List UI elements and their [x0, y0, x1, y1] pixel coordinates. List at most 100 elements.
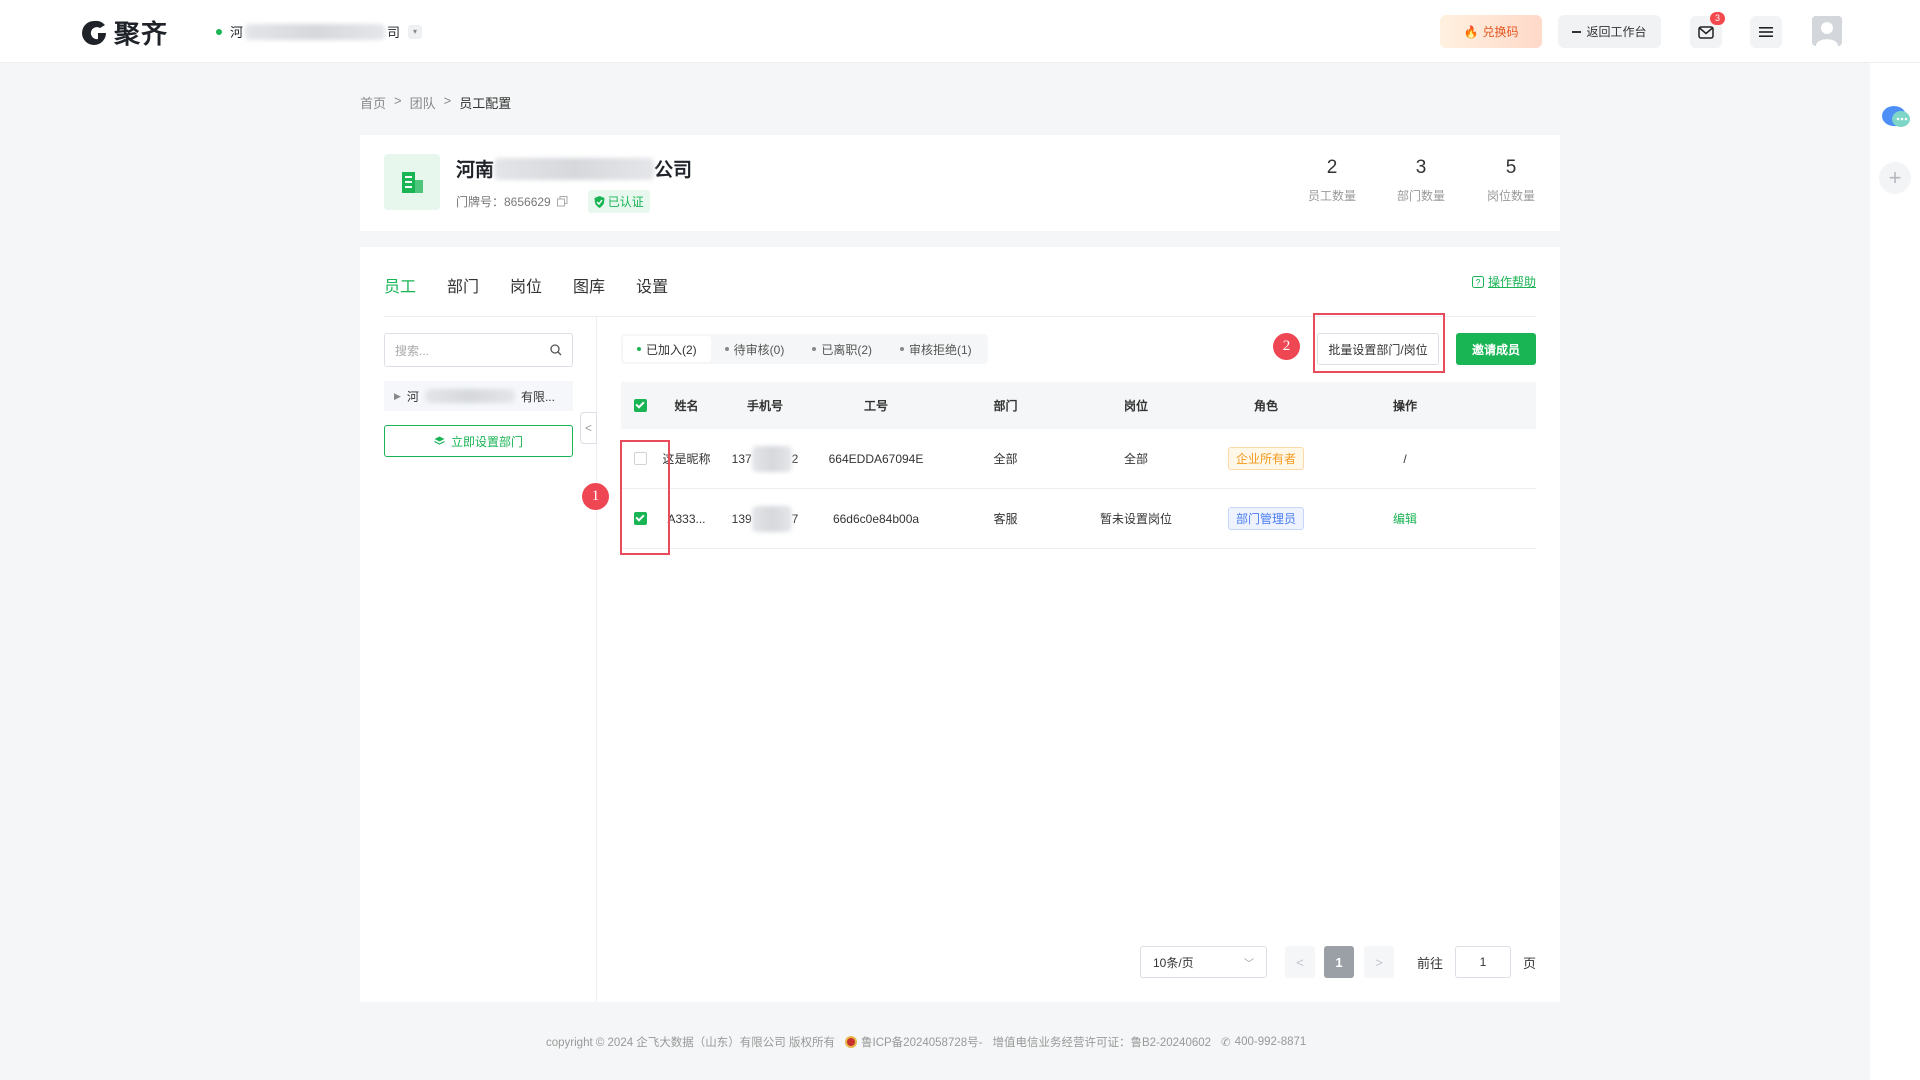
company-name-suffix: 公司: [654, 160, 693, 181]
goto-page: 前往 1 页: [1417, 946, 1536, 978]
select-all-checkbox[interactable]: [633, 399, 647, 412]
goto-page-input[interactable]: 1: [1455, 946, 1512, 978]
redacted-text: [424, 389, 515, 403]
status-tab-joined[interactable]: 已加入(2): [623, 336, 711, 362]
tab-positions[interactable]: 岗位: [510, 273, 542, 297]
shield-check-icon: [594, 195, 605, 208]
company-meta: 门牌号：8656629 已认证: [456, 190, 650, 213]
chevron-down-icon: ﹀: [1244, 958, 1254, 970]
mail-badge: 3: [1710, 12, 1726, 25]
stat-label: 员工数量: [1307, 189, 1356, 203]
company-card: 河南 公司 门牌号：8656629 已认证 2 员工数量 3 部门数量 5 岗位…: [360, 135, 1560, 231]
help-label: 操作帮助: [1487, 275, 1536, 289]
annotation-box-2: [1313, 313, 1445, 373]
tree-item-prefix: 河: [406, 389, 419, 404]
building-icon: [384, 154, 440, 210]
status-dot: [812, 347, 817, 351]
footer: copyright © 2024 企飞大数据（山东）有限公司 版权所有 鲁ICP…: [546, 1034, 1306, 1050]
status-dot: [724, 347, 729, 351]
cell-position: 暂未设置岗位: [1099, 512, 1172, 526]
column-header: 工号: [863, 399, 888, 413]
stat-positions: 5 岗位数量: [1476, 157, 1546, 204]
phone-number: 400-992-8871: [1234, 1036, 1307, 1048]
status-tab-label: 待审核(0): [733, 342, 785, 357]
status-dot: [216, 28, 222, 35]
app-logo[interactable]: 聚齐: [80, 14, 168, 51]
breadcrumb: 首页 > 团队 > 员工配置: [360, 93, 511, 112]
annotation-marker-1: 1: [582, 483, 609, 510]
cell-department: 全部: [993, 452, 1018, 466]
status-tab-pending[interactable]: 待审核(0): [711, 336, 799, 362]
breadcrumb-separator: >: [394, 93, 402, 108]
goto-label: 前往: [1417, 955, 1444, 971]
breadcrumb-current: 员工配置: [459, 96, 512, 111]
phone-start: 139: [731, 511, 752, 526]
license-text: 增值电信业务经营许可证：鲁B2-20240602: [992, 1037, 1212, 1049]
breadcrumb-home[interactable]: 首页: [360, 93, 386, 112]
employee-table: 姓名 手机号 工号 部门 岗位 角色 操作 这是昵称 137 2 664EDDA…: [621, 382, 1536, 549]
org-switcher[interactable]: 河 司 ▾: [216, 22, 423, 41]
status-tab-label: 审核拒绝(1): [909, 342, 972, 357]
annotation-box-1: [620, 440, 670, 555]
page-number-current[interactable]: 1: [1324, 946, 1354, 978]
search-icon[interactable]: [550, 344, 562, 356]
copy-icon[interactable]: [556, 196, 568, 207]
cell-phone: 137 2: [714, 445, 816, 472]
status-tabs: 已加入(2) 待审核(0) 已离职(2) 审核拒绝(1): [621, 334, 988, 364]
page-size-select[interactable]: 10条/页 ﹀: [1140, 946, 1267, 978]
column-header: 部门: [993, 399, 1018, 413]
chevron-right-icon: >: [1375, 954, 1383, 970]
cell-employee-id: 664EDDA67094E: [828, 451, 924, 466]
search-input[interactable]: 搜索...: [384, 333, 573, 367]
caret-right-icon[interactable]: ▶: [394, 391, 401, 402]
phone-icon: ✆: [1221, 1037, 1231, 1049]
status-tab-resigned[interactable]: 已离职(2): [798, 336, 886, 362]
invite-member-button[interactable]: 邀请成员: [1456, 333, 1536, 365]
column-header: 操作: [1392, 399, 1417, 413]
redacted-text: [751, 505, 792, 532]
menu-button[interactable]: [1750, 16, 1782, 48]
back-to-workbench-button[interactable]: 返回工作台: [1558, 15, 1661, 48]
set-department-label: 立即设置部门: [450, 434, 523, 449]
add-icon[interactable]: +: [1879, 162, 1911, 194]
tab-employees[interactable]: 员工: [384, 273, 416, 297]
status-tab-label: 已加入(2): [646, 342, 697, 357]
help-link[interactable]: ? 操作帮助: [1471, 273, 1536, 290]
stat-label: 岗位数量: [1486, 189, 1535, 203]
main-panel: 员工 部门 岗位 图库 设置 ? 操作帮助 搜索... ▶ 河 有限... 立即…: [360, 247, 1560, 1002]
edit-link[interactable]: 编辑: [1393, 510, 1417, 527]
department-tree-item[interactable]: ▶ 河 有限...: [384, 381, 573, 411]
collapse-sidebar-button[interactable]: <: [580, 412, 597, 444]
tab-settings[interactable]: 设置: [636, 273, 668, 297]
table-row: A333... 139 7 66d6c0e84b00a 客服 暂未设置岗位 部门…: [621, 489, 1536, 549]
status-tab-label: 已离职(2): [821, 342, 873, 357]
stat-employees: 2 员工数量: [1297, 157, 1367, 204]
stat-departments: 3 部门数量: [1386, 157, 1456, 204]
tab-departments[interactable]: 部门: [447, 273, 479, 297]
user-icon: [1812, 16, 1842, 46]
org-name-suffix: 司: [387, 25, 401, 40]
set-department-button[interactable]: 立即设置部门: [384, 425, 573, 457]
cell-employee-id: 66d6c0e84b00a: [832, 511, 920, 526]
table-header: 姓名 手机号 工号 部门 岗位 角色 操作: [621, 382, 1536, 429]
column-header: 姓名: [674, 399, 699, 413]
breadcrumb-team[interactable]: 团队: [410, 93, 436, 112]
tab-gallery[interactable]: 图库: [573, 273, 605, 297]
prev-page-button[interactable]: <: [1285, 946, 1315, 978]
cell-department: 客服: [993, 512, 1018, 526]
chat-assistant-icon[interactable]: [1881, 104, 1911, 130]
cell-action: /: [1403, 451, 1407, 466]
caret-down-icon[interactable]: ▾: [408, 24, 423, 39]
next-page-button[interactable]: >: [1364, 946, 1394, 978]
stat-number: 3: [1415, 157, 1427, 178]
page-label: 页: [1523, 955, 1537, 971]
role-badge-admin: 部门管理员: [1227, 507, 1304, 530]
icp-link[interactable]: 鲁ICP备2024058728号-: [861, 1034, 982, 1050]
mail-button[interactable]: 3: [1690, 12, 1726, 48]
avatar[interactable]: [1812, 16, 1842, 46]
status-tab-rejected[interactable]: 审核拒绝(1): [886, 336, 986, 362]
back-label: 返回工作台: [1586, 25, 1647, 39]
help-icon: ?: [1471, 275, 1484, 288]
redeem-code-button[interactable]: 🔥 兑换码: [1440, 15, 1542, 48]
select-all-checkbox-cell: [621, 399, 659, 412]
